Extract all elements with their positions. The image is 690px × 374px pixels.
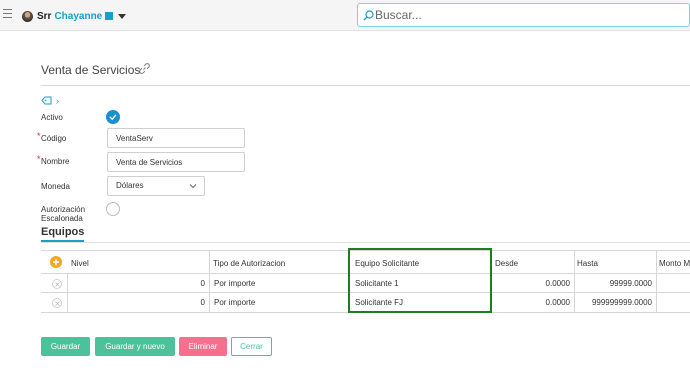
column-divider — [656, 251, 657, 313]
search-input[interactable] — [375, 7, 675, 23]
cell-hasta[interactable]: 999999999.0000 — [576, 298, 652, 307]
codigo-label: Código — [41, 134, 67, 143]
top-bar: Srr Chayanne — [0, 0, 690, 31]
column-divider — [574, 251, 575, 313]
page-title: Venta de Servicios — [41, 63, 141, 77]
column-header-tipo: Tipo de Autorizacion — [213, 259, 286, 268]
activo-checkbox[interactable] — [106, 110, 120, 124]
nombre-field[interactable] — [107, 152, 245, 172]
add-icon — [53, 259, 59, 265]
remove-row-button[interactable] — [52, 279, 62, 289]
cell-tipo[interactable]: Por importe — [214, 279, 255, 288]
cell-hasta[interactable]: 99999.0000 — [576, 279, 652, 288]
column-divider — [491, 251, 492, 313]
cell-desde[interactable]: 0.0000 — [493, 298, 570, 307]
column-header-hasta: Hasta — [577, 259, 598, 268]
link-icon[interactable] — [139, 63, 150, 74]
close-button[interactable]: Cerrar — [231, 337, 272, 356]
cell-nivel[interactable]: 0 — [71, 298, 205, 307]
user-prefix: Srr — [37, 10, 52, 22]
row-divider — [41, 312, 690, 313]
search-icon — [363, 10, 374, 21]
search-box[interactable] — [357, 3, 690, 27]
remove-row-button[interactable] — [52, 298, 62, 308]
chevron-down-icon — [189, 184, 197, 189]
cell-equipo[interactable]: Solicitante 1 — [355, 279, 399, 288]
moneda-value: Dólares — [116, 181, 144, 190]
cell-tipo[interactable]: Por importe — [214, 298, 255, 307]
column-header-nivel: Nivel — [71, 259, 89, 268]
section-underline — [41, 240, 84, 242]
user-menu[interactable]: Srr Chayanne — [22, 8, 127, 24]
column-header-desde: Desde — [495, 259, 519, 268]
delete-button[interactable]: Eliminar — [179, 337, 227, 356]
autorizacion-label-1: Autorización — [41, 205, 86, 214]
column-divider — [209, 251, 210, 313]
section-title[interactable]: Equipos — [41, 226, 84, 238]
row-divider — [41, 273, 690, 274]
nombre-label: Nombre — [41, 157, 70, 166]
chevron-right-icon[interactable]: › — [56, 96, 59, 106]
check-icon — [109, 114, 117, 121]
row-divider — [41, 292, 690, 293]
equipos-table: Nivel Tipo de Autorizacion Equipo Solici… — [41, 248, 690, 313]
cell-nivel[interactable]: 0 — [71, 279, 205, 288]
caret-down-icon[interactable] — [118, 13, 127, 19]
codigo-field[interactable] — [107, 128, 245, 148]
required-mark: * — [37, 131, 41, 141]
remove-icon — [55, 282, 60, 287]
column-header-equipo: Equipo Solicitante — [355, 259, 420, 268]
remove-icon — [55, 301, 60, 306]
activo-label: Activo — [41, 113, 63, 122]
add-row-button[interactable] — [50, 256, 62, 268]
moneda-label: Moneda — [41, 182, 70, 191]
section-divider — [41, 242, 690, 243]
title-divider — [41, 85, 690, 86]
user-color-square — [105, 12, 114, 20]
cell-equipo[interactable]: Solicitante FJ — [355, 298, 403, 307]
user-name: Chayanne — [54, 10, 103, 22]
column-divider — [67, 273, 68, 313]
save-and-new-button[interactable]: Guardar y nuevo — [95, 337, 175, 356]
moneda-select[interactable]: Dólares — [107, 176, 205, 196]
column-header-monto: Monto M — [659, 259, 690, 268]
save-button[interactable]: Guardar — [41, 337, 90, 356]
avatar — [22, 10, 33, 22]
autorizacion-label-2: Escalonada — [41, 214, 83, 223]
menu-icon[interactable] — [3, 9, 12, 18]
cell-desde[interactable]: 0.0000 — [493, 279, 570, 288]
required-mark: * — [37, 154, 41, 164]
autorizacion-checkbox[interactable] — [106, 202, 120, 216]
tag-icon[interactable] — [41, 96, 52, 105]
